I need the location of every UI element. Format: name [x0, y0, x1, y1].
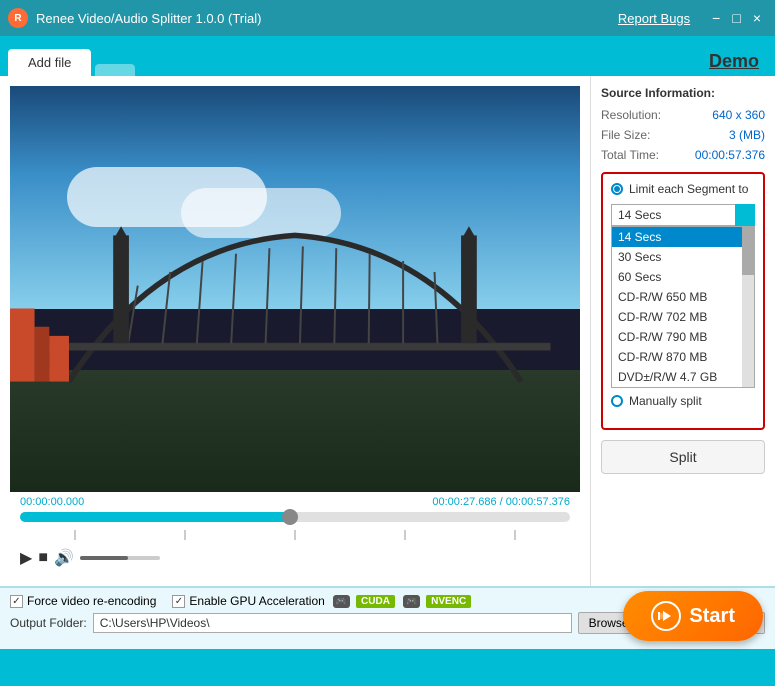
- source-info-title: Source Information:: [601, 86, 765, 100]
- current-time: 00:00:00.000: [20, 496, 84, 508]
- split-button[interactable]: Split: [601, 440, 765, 474]
- dropdown-scrollbar-thumb: [742, 227, 754, 275]
- marker-4: [404, 530, 406, 540]
- marker-2: [184, 530, 186, 540]
- tab-add-file[interactable]: Add file: [8, 49, 91, 76]
- stop-button[interactable]: ■: [38, 549, 48, 567]
- filesize-label: File Size:: [601, 128, 650, 142]
- output-path-input[interactable]: [93, 613, 572, 633]
- dropdown-item-3[interactable]: CD-R/W 650 MB: [612, 287, 754, 307]
- play-button[interactable]: ▶: [20, 548, 32, 568]
- volume-slider[interactable]: [80, 556, 160, 560]
- manually-split-label: Manually split: [629, 394, 702, 408]
- main-content: 00:00:00.000 00:00:27.686 / 00:00:57.376…: [0, 76, 775, 586]
- dropdown-value: 14 Secs: [618, 208, 661, 222]
- cuda-badge: CUDA: [356, 595, 395, 608]
- start-label: Start: [689, 605, 735, 628]
- start-icon-svg: [658, 608, 674, 624]
- minimize-button[interactable]: −: [706, 8, 726, 28]
- right-panel: Source Information: Resolution: 640 x 36…: [590, 76, 775, 586]
- manual-row: Manually split: [611, 394, 755, 408]
- manually-split-radio[interactable]: [611, 395, 623, 407]
- app-title: Renee Video/Audio Splitter 1.0.0 (Trial): [36, 11, 618, 26]
- timeline-handle[interactable]: [282, 509, 298, 525]
- gpu-acceleration-item: Enable GPU Acceleration 🎮 CUDA 🎮 NVENC: [172, 594, 471, 608]
- resolution-label: Resolution:: [601, 108, 661, 122]
- segment-box: Limit each Segment to 14 Secs ▼ 14 Secs …: [601, 172, 765, 430]
- dropdown-item-7[interactable]: DVD±/R/W 4.7 GB: [612, 367, 754, 387]
- dropdown-item-1[interactable]: 30 Secs: [612, 247, 754, 267]
- start-button[interactable]: Start: [623, 591, 763, 641]
- gpu-acceleration-label: Enable GPU Acceleration: [189, 594, 324, 608]
- dropdown-scrollbar[interactable]: [742, 227, 754, 387]
- nvenc-badge: NVENC: [426, 595, 471, 608]
- controls-row: ▶ ■ 🔊: [20, 544, 570, 572]
- volume-fill: [80, 556, 128, 560]
- marker-3: [294, 530, 296, 540]
- filesize-row: File Size: 3 (MB): [601, 128, 765, 142]
- tab-second[interactable]: [95, 64, 135, 76]
- force-reencoding-label: Force video re-encoding: [27, 594, 156, 608]
- timeline-section: 00:00:00.000 00:00:27.686 / 00:00:57.376…: [10, 492, 580, 576]
- marker-5: [514, 530, 516, 540]
- limit-segment-radio[interactable]: [611, 183, 623, 195]
- dropdown-item-0[interactable]: 14 Secs: [612, 227, 754, 247]
- dropdown-item-2[interactable]: 60 Secs: [612, 267, 754, 287]
- segment-dropdown-selected[interactable]: 14 Secs: [611, 204, 755, 226]
- limit-segment-row: Limit each Segment to: [611, 182, 755, 196]
- resolution-value: 640 x 360: [712, 108, 765, 122]
- segment-dropdown-container: 14 Secs ▼ 14 Secs 30 Secs 60 Secs CD-R/W…: [611, 204, 755, 388]
- totaltime-row: Total Time: 00:00:57.376: [601, 148, 765, 162]
- dropdown-item-4[interactable]: CD-R/W 702 MB: [612, 307, 754, 327]
- force-reencoding-item: Force video re-encoding: [10, 594, 156, 608]
- demo-label: Demo: [709, 51, 767, 72]
- dropdown-item-6[interactable]: CD-R/W 870 MB: [612, 347, 754, 367]
- filesize-value: 3 (MB): [729, 128, 765, 142]
- gpu-icon: 🎮: [333, 595, 350, 608]
- video-area: 00:00:00.000 00:00:27.686 / 00:00:57.376…: [0, 76, 590, 586]
- gpu-icon2-text: 🎮: [406, 596, 417, 607]
- timeline-bar[interactable]: [20, 512, 570, 522]
- title-bar: R Renee Video/Audio Splitter 1.0.0 (Tria…: [0, 0, 775, 36]
- timeline-markers: [20, 530, 570, 540]
- video-frame[interactable]: [10, 86, 580, 492]
- timeline-progress: [20, 512, 290, 522]
- report-bugs-link[interactable]: Report Bugs: [618, 11, 690, 26]
- totaltime-label: Total Time:: [601, 148, 659, 162]
- bottom-wrapper: Force video re-encoding Enable GPU Accel…: [0, 586, 775, 649]
- time-display: 00:00:00.000 00:00:27.686 / 00:00:57.376: [20, 496, 570, 508]
- close-button[interactable]: ×: [747, 8, 767, 28]
- bridge-svg: [10, 208, 580, 391]
- marker-1: [74, 530, 76, 540]
- maximize-button[interactable]: □: [726, 8, 746, 28]
- resolution-row: Resolution: 640 x 360: [601, 108, 765, 122]
- app-logo: R: [8, 8, 28, 28]
- volume-button[interactable]: 🔊: [54, 548, 74, 568]
- gpu-acceleration-checkbox[interactable]: [172, 595, 185, 608]
- gpu-icon2: 🎮: [403, 595, 420, 608]
- dropdown-item-5[interactable]: CD-R/W 790 MB: [612, 327, 754, 347]
- force-reencoding-checkbox[interactable]: [10, 595, 23, 608]
- time-range: 00:00:27.686 / 00:00:57.376: [432, 496, 570, 508]
- tab-bar: Add file Demo: [0, 36, 775, 76]
- limit-segment-label: Limit each Segment to: [629, 182, 748, 196]
- dropdown-list[interactable]: 14 Secs 30 Secs 60 Secs CD-R/W 650 MB CD…: [611, 226, 755, 388]
- gpu-icon-text: 🎮: [336, 596, 347, 607]
- output-folder-label: Output Folder:: [10, 616, 87, 630]
- totaltime-value: 00:00:57.376: [695, 148, 765, 162]
- start-icon: [651, 601, 681, 631]
